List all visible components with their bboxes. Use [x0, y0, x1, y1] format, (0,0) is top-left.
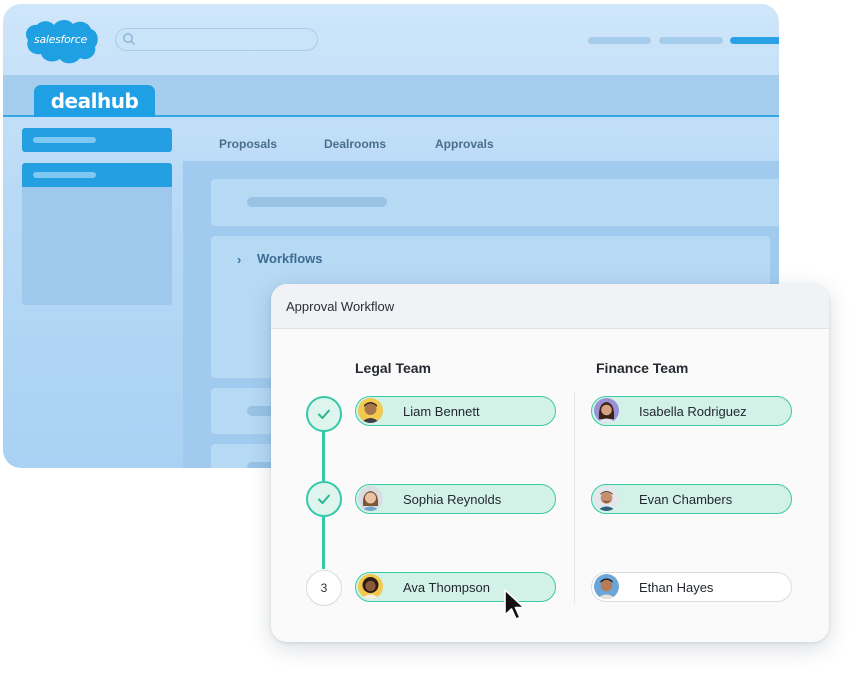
search-input[interactable] [115, 28, 318, 51]
step-1-complete [306, 396, 342, 432]
tab-approvals[interactable]: Approvals [435, 137, 494, 151]
sidebar-item-placeholder [33, 172, 96, 178]
salesforce-logo[interactable]: salesforce [22, 17, 99, 65]
step-connector [322, 517, 325, 569]
dealhub-tab[interactable]: dealhub [34, 85, 155, 117]
approver-isabella-rodriguez[interactable]: Isabella Rodriguez [591, 396, 792, 426]
step-3-pending: 3 [306, 570, 342, 606]
app-tab-strip: dealhub [3, 75, 779, 117]
approver-ethan-hayes[interactable]: Ethan Hayes [591, 572, 792, 602]
approver-sophia-reynolds[interactable]: Sophia Reynolds [355, 484, 556, 514]
step-number: 3 [320, 581, 328, 595]
approver-liam-bennett[interactable]: Liam Bennett [355, 396, 556, 426]
avatar [594, 574, 619, 599]
approver-name: Ava Thompson [403, 580, 490, 595]
column-divider [574, 392, 575, 604]
content-placeholder [247, 197, 387, 207]
approver-evan-chambers[interactable]: Evan Chambers [591, 484, 792, 514]
header-placeholder-active [730, 37, 779, 44]
avatar [358, 486, 383, 511]
tab-proposals[interactable]: Proposals [219, 137, 277, 151]
salesforce-logo-text: salesforce [34, 33, 87, 46]
approver-name: Evan Chambers [639, 492, 733, 507]
sidebar-item-2[interactable] [22, 163, 172, 187]
avatar [594, 486, 619, 511]
approval-workflow-card: Approval Workflow Legal Team Finance Tea… [271, 284, 829, 642]
approver-name: Ethan Hayes [639, 580, 714, 595]
content-card [211, 179, 779, 226]
approver-name: Liam Bennett [403, 404, 480, 419]
avatar [358, 398, 383, 423]
sidebar-item-placeholder [33, 137, 96, 143]
search-icon [122, 32, 136, 46]
card-header: Approval Workflow [271, 284, 829, 329]
check-icon [316, 491, 332, 507]
header-placeholder-2 [659, 37, 723, 44]
approver-name: Isabella Rodriguez [639, 404, 747, 419]
step-connector [322, 429, 325, 481]
finance-team-title: Finance Team [596, 360, 689, 376]
salesforce-header: salesforce [3, 4, 779, 76]
chevron-right-icon[interactable]: › [237, 252, 241, 267]
card-title: Approval Workflow [286, 299, 395, 314]
header-placeholder-1 [588, 37, 651, 44]
workflows-label[interactable]: Workflows [257, 251, 323, 266]
sidebar-panel [22, 187, 172, 305]
tab-dealrooms[interactable]: Dealrooms [324, 137, 386, 151]
mouse-pointer-icon [502, 588, 530, 622]
approver-name: Sophia Reynolds [403, 492, 502, 507]
step-2-complete [306, 481, 342, 517]
avatar [594, 398, 619, 423]
avatar [358, 574, 383, 599]
legal-team-title: Legal Team [355, 360, 431, 376]
sidebar-item-1[interactable] [22, 128, 172, 152]
check-icon [316, 406, 332, 422]
